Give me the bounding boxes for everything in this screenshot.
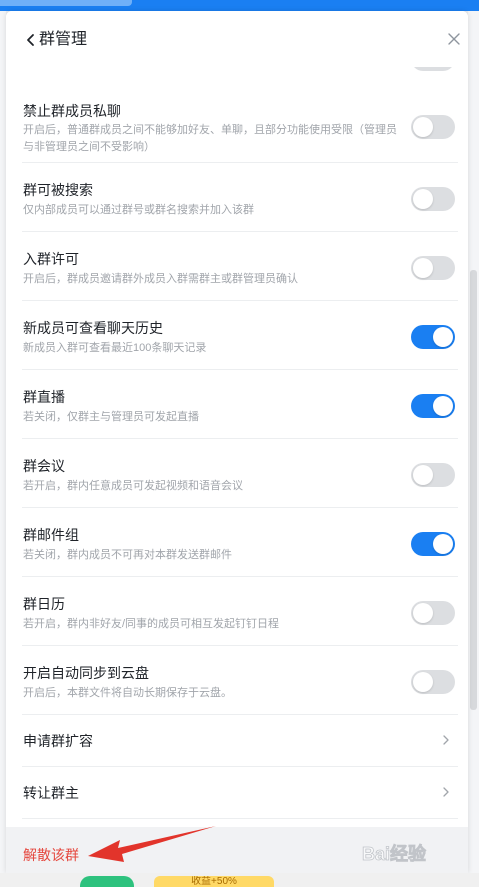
disband-group-button[interactable]: 解散该群 bbox=[23, 846, 79, 864]
toggle-live-stream[interactable] bbox=[411, 394, 455, 418]
toggle-cloud-sync[interactable] bbox=[411, 670, 455, 694]
setting-description: 若关闭，群内成员不可再对本群发送群邮件 bbox=[23, 549, 232, 561]
setting-row-live-stream: 群直播 若关闭，仅群主与管理员可发起直播 bbox=[22, 370, 458, 439]
toggle-knob bbox=[413, 117, 433, 137]
setting-row-disable-private-chat: 禁止群成员私聊 开启后，普通群成员之间不能够加好友、单聊，且部分功能使用受限（管… bbox=[22, 97, 458, 163]
setting-title: 群日历 bbox=[23, 596, 65, 612]
toggle-knob bbox=[433, 327, 453, 347]
setting-title: 群会议 bbox=[23, 458, 65, 474]
setting-title: 群直播 bbox=[23, 389, 65, 405]
toggle-knob bbox=[413, 465, 433, 485]
settings-list: 禁止群成员私聊 开启后，普通群成员之间不能够加好友、单聊，且部分功能使用受限（管… bbox=[22, 97, 458, 819]
transfer-owner-label: 转让群主 bbox=[23, 785, 79, 801]
setting-row-new-member-history: 新成员可查看聊天历史 新成员入群可查看最近100条聊天记录 bbox=[22, 301, 458, 370]
toggle-new-member-history[interactable] bbox=[411, 325, 455, 349]
setting-description: 开启后，本群文件将自动长期保存于云盘。 bbox=[23, 687, 232, 699]
setting-row-cloud-sync: 开启自动同步到云盘 开启后，本群文件将自动长期保存于云盘。 bbox=[22, 646, 458, 715]
back-arrow-icon[interactable] bbox=[24, 32, 36, 48]
close-icon[interactable] bbox=[446, 31, 462, 47]
background-green-badge bbox=[80, 876, 134, 887]
apply-expansion-label: 申请群扩容 bbox=[23, 733, 93, 749]
background-ad-banner: 收益+50% bbox=[154, 876, 274, 887]
setting-description: 若开启，群内任意成员可发起视频和语音会议 bbox=[23, 480, 243, 492]
toggle-disable-private-chat[interactable] bbox=[411, 115, 455, 139]
watermark-text: Bai经验 bbox=[362, 843, 427, 864]
setting-title: 禁止群成员私聊 bbox=[23, 103, 121, 119]
setting-title: 新成员可查看聊天历史 bbox=[23, 320, 163, 336]
setting-row-searchable: 群可被搜索 仅内部成员可以通过群号或群名搜索并加入该群 bbox=[22, 163, 458, 232]
setting-title: 开启自动同步到云盘 bbox=[23, 665, 149, 681]
dialog-header: 群管理 bbox=[6, 11, 468, 67]
toggle-knob bbox=[433, 534, 453, 554]
toggle-mail-group[interactable] bbox=[411, 532, 455, 556]
chevron-right-icon bbox=[443, 735, 449, 745]
app-top-bar bbox=[0, 0, 479, 11]
apply-expansion-row[interactable]: 申请群扩容 bbox=[22, 715, 458, 767]
setting-description: 开启后，普通群成员之间不能够加好友、单聊，且部分功能使用受限（管理员与非管理员之… bbox=[23, 124, 397, 153]
toggle-knob bbox=[413, 672, 433, 692]
setting-description: 仅内部成员可以通过群号或群名搜索并加入该群 bbox=[23, 204, 254, 216]
app-top-tab[interactable] bbox=[0, 0, 132, 6]
setting-description: 开启后，群成员邀请群外成员入群需群主或群管理员确认 bbox=[23, 273, 298, 285]
setting-title: 入群许可 bbox=[23, 251, 79, 267]
setting-title: 群邮件组 bbox=[23, 527, 79, 543]
red-annotation-arrow-icon bbox=[88, 826, 216, 862]
setting-row-meeting: 群会议 若开启，群内任意成员可发起视频和语音会议 bbox=[22, 439, 458, 508]
toggle-knob bbox=[413, 258, 433, 278]
group-management-dialog: 群管理 禁止群成员私聊 开启后，普通群成员之间不能够加好友、单聊，且部分功能使用… bbox=[6, 11, 468, 873]
setting-description: 新成员入群可查看最近100条聊天记录 bbox=[23, 342, 207, 354]
toggle-knob bbox=[433, 396, 453, 416]
setting-title: 群可被搜索 bbox=[23, 182, 93, 198]
toggle-knob bbox=[413, 189, 433, 209]
setting-row-mail-group: 群邮件组 若关闭，群内成员不可再对本群发送群邮件 bbox=[22, 508, 458, 577]
setting-description: 若关闭，仅群主与管理员可发起直播 bbox=[23, 411, 199, 423]
dialog-title: 群管理 bbox=[39, 31, 88, 48]
setting-row-calendar: 群日历 若开启，群内非好友/同事的成员可相互发起钉钉日程 bbox=[22, 577, 458, 646]
toggle-calendar[interactable] bbox=[411, 601, 455, 625]
setting-description: 若开启，群内非好友/同事的成员可相互发起钉钉日程 bbox=[23, 618, 280, 630]
baidu-jingyan-watermark: Bai经验 bbox=[362, 843, 428, 865]
toggle-join-approval[interactable] bbox=[411, 256, 455, 280]
toggle-knob bbox=[413, 603, 433, 623]
chevron-right-icon bbox=[443, 787, 449, 797]
background-scrollbar[interactable] bbox=[470, 270, 477, 710]
transfer-owner-row[interactable]: 转让群主 bbox=[22, 767, 458, 819]
toggle-meeting[interactable] bbox=[411, 463, 455, 487]
setting-row-join-approval: 入群许可 开启后，群成员邀请群外成员入群需群主或群管理员确认 bbox=[22, 232, 458, 301]
toggle-searchable[interactable] bbox=[411, 187, 455, 211]
